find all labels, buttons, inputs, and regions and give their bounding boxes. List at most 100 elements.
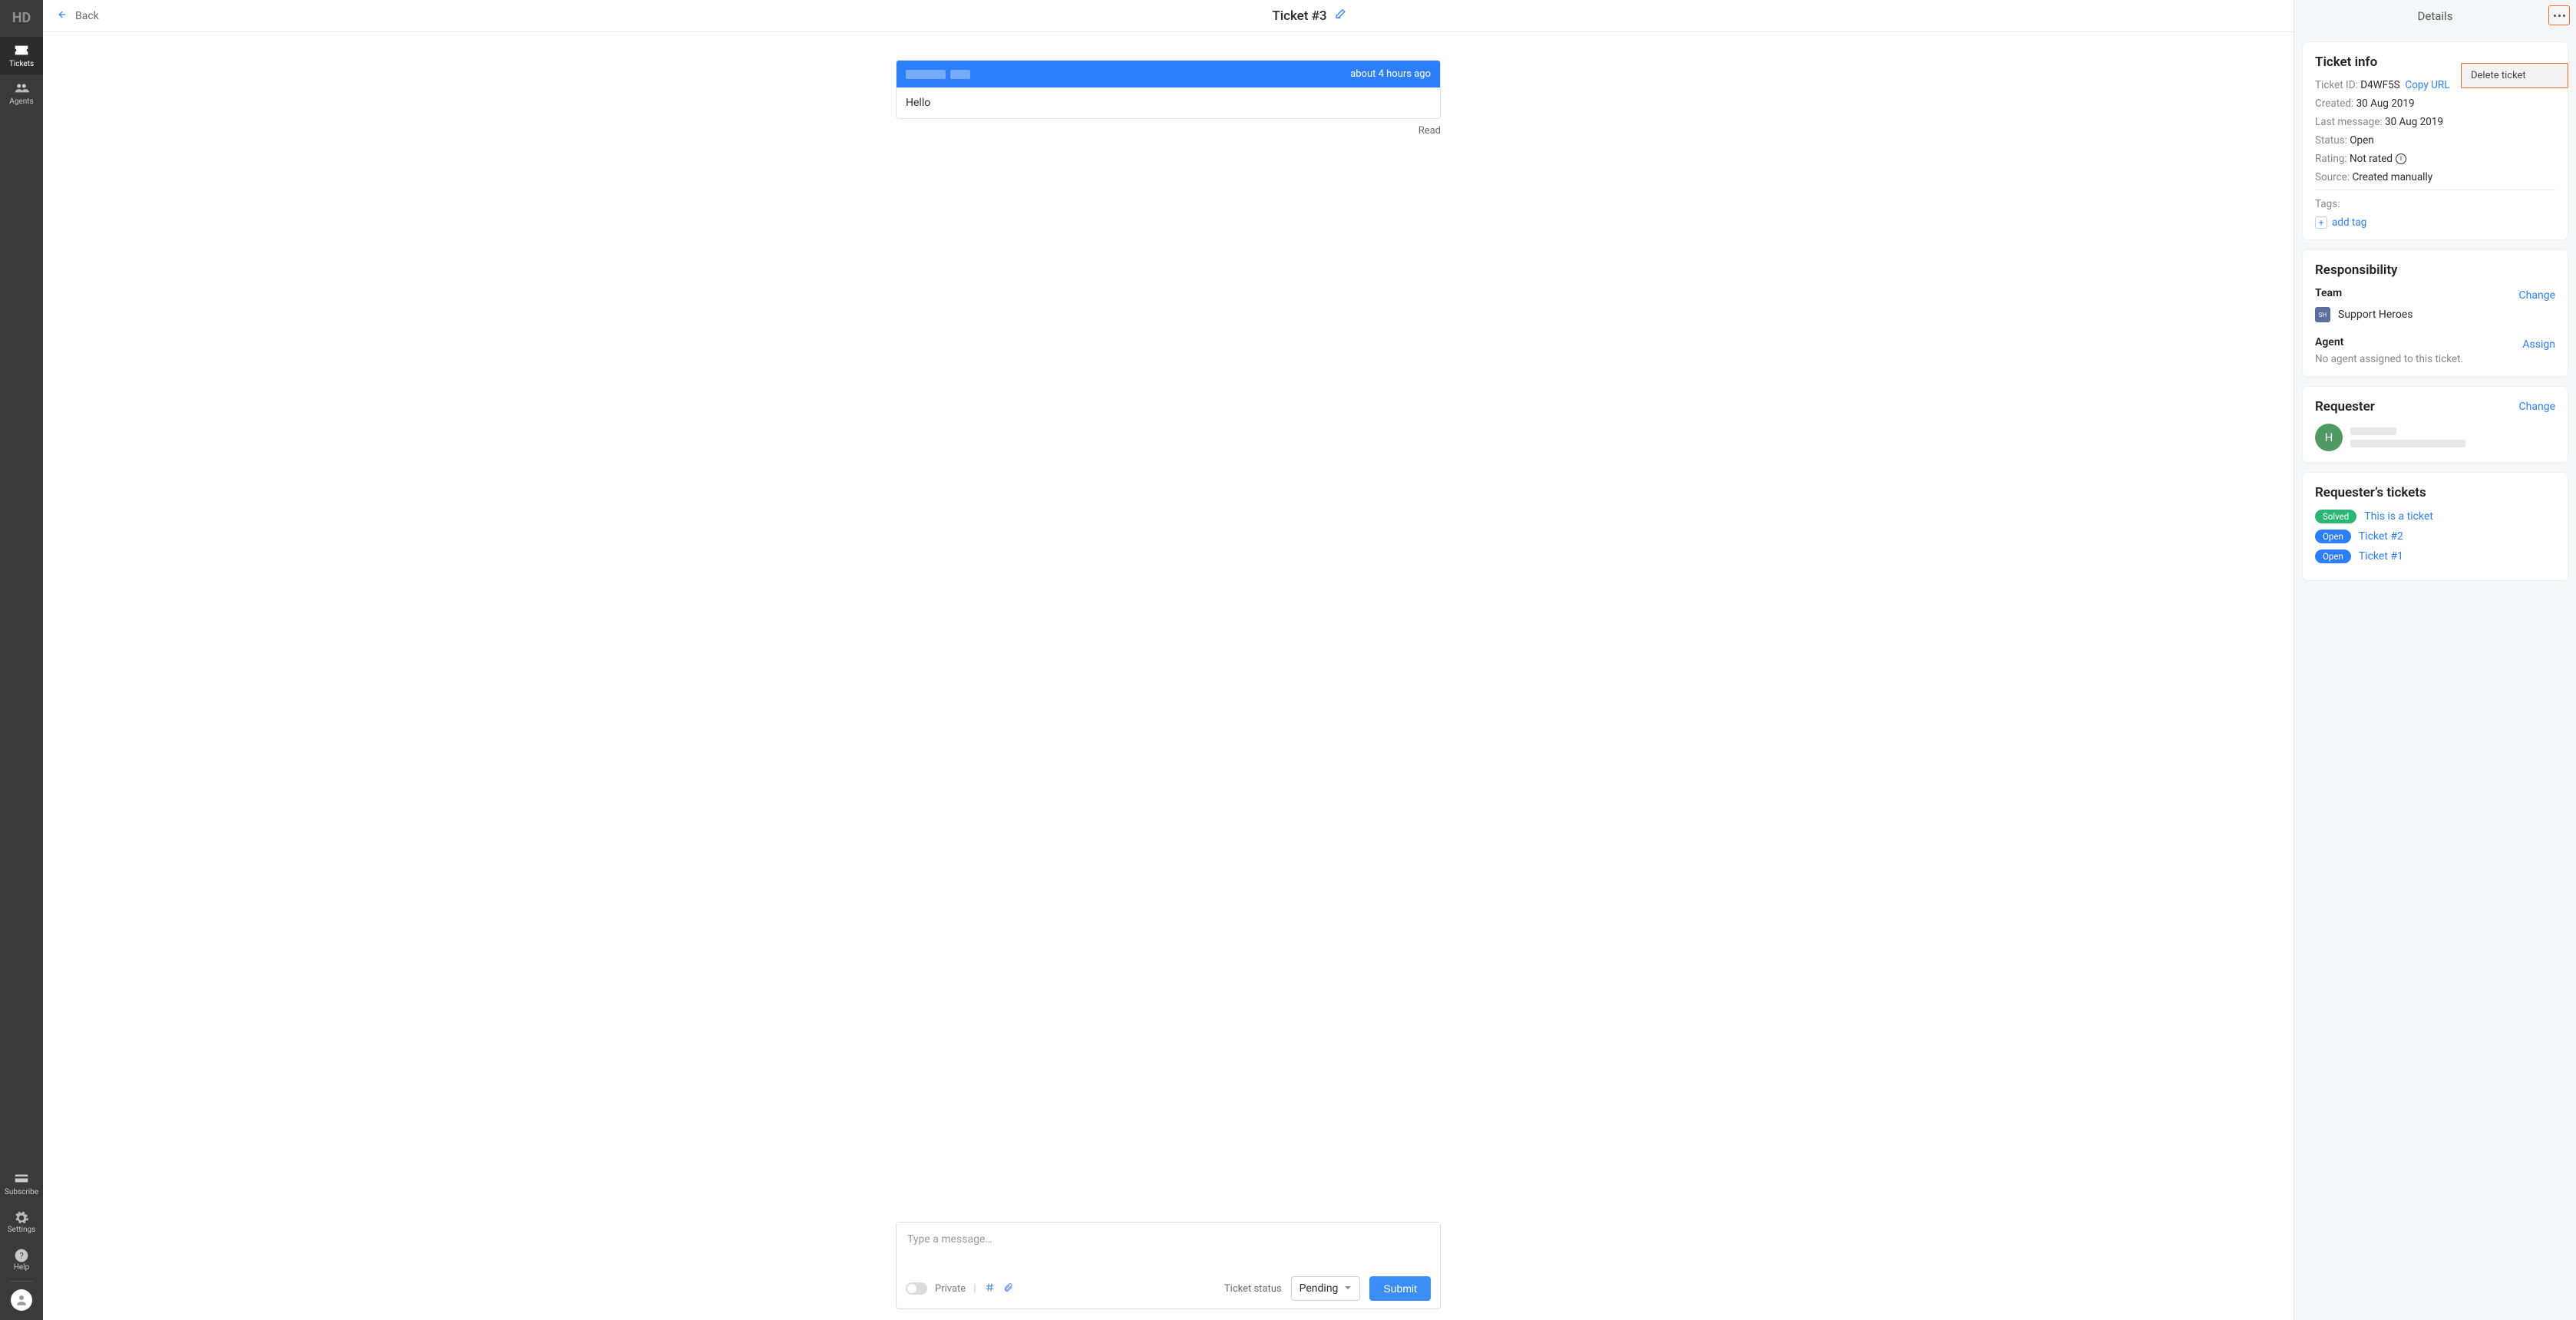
kv-label: Created:: [2315, 97, 2353, 110]
edit-title-button[interactable]: [1335, 8, 1347, 24]
read-status: Read: [896, 125, 1441, 137]
message-author-redacted: [906, 70, 946, 79]
status-value: Open: [2350, 134, 2373, 147]
chevron-down-icon: [1344, 1282, 1352, 1295]
help-icon: ?: [14, 1248, 29, 1260]
info-icon[interactable]: i: [2396, 153, 2406, 164]
responsibility-title: Responsibility: [2315, 262, 2555, 278]
svg-text:?: ?: [19, 1251, 23, 1261]
requester-card: Requester Change H: [2302, 386, 2568, 463]
rating-value: Not rated: [2350, 153, 2393, 165]
status-pill: Solved: [2315, 510, 2356, 523]
add-tag-label: add tag: [2332, 216, 2366, 229]
ticket-link-row: Solved This is a ticket: [2315, 510, 2555, 523]
nav-settings[interactable]: Settings: [0, 1203, 43, 1240]
message-body: Hello: [897, 87, 1440, 118]
left-sidebar: HD Tickets Agents Subscribe Settings: [0, 0, 43, 1320]
responsibility-card: Responsibility Team Change SH Support He…: [2302, 249, 2568, 377]
status-value: Pending: [1300, 1282, 1339, 1295]
nav-label: Agents: [9, 97, 33, 106]
arrow-left-icon: [55, 8, 68, 24]
ticket-icon: [14, 45, 29, 57]
requester-email-redacted: [2350, 440, 2465, 447]
requester-tickets-card: Requester’s tickets Solved This is a tic…: [2302, 472, 2568, 581]
details-header: Details: [2294, 0, 2576, 32]
back-label: Back: [75, 10, 99, 22]
source-value: Created manually: [2352, 171, 2432, 183]
delete-ticket-menu-item[interactable]: Delete ticket: [2461, 63, 2568, 88]
kv-label: Rating:: [2315, 153, 2347, 165]
nav-label: Tickets: [9, 60, 34, 68]
main-area: Back Ticket #3 Details: [43, 0, 2576, 1320]
attachment-button[interactable]: [1003, 1282, 1013, 1296]
submit-button[interactable]: Submit: [1369, 1276, 1431, 1301]
ticket-link[interactable]: Ticket #1: [2359, 550, 2403, 563]
gear-icon: [14, 1210, 29, 1223]
agent-assign-link[interactable]: Assign: [2522, 338, 2555, 351]
details-panel: Delete ticket Ticket info Ticket ID: D4W…: [2294, 32, 2576, 1320]
team-name: Support Heroes: [2338, 309, 2413, 321]
details-title: Details: [2418, 9, 2453, 23]
user-avatar[interactable]: [11, 1289, 32, 1311]
message-input[interactable]: [897, 1223, 1440, 1269]
back-button[interactable]: Back: [55, 8, 99, 24]
kv-label: Status:: [2315, 134, 2347, 147]
nav-help[interactable]: ? Help: [0, 1240, 43, 1278]
nav-bottom: Subscribe Settings ? Help: [0, 1165, 43, 1278]
kv-label: Ticket ID:: [2315, 79, 2358, 91]
separator: |: [973, 1282, 976, 1295]
agents-icon: [14, 82, 29, 94]
tags-label: Tags:: [2315, 198, 2340, 210]
kv-label: Source:: [2315, 171, 2350, 183]
details-more-button[interactable]: [2548, 5, 2570, 25]
nav-label: Settings: [8, 1226, 36, 1234]
ticket-link[interactable]: Ticket #2: [2359, 530, 2403, 543]
nav-label: Help: [14, 1263, 29, 1272]
requester-avatar: H: [2315, 424, 2343, 451]
status-pill: Open: [2315, 549, 2351, 563]
message-header: about 4 hours ago: [897, 61, 1440, 87]
team-change-link[interactable]: Change: [2519, 289, 2555, 302]
composer-toolbar: Private | Ticket status Pending: [897, 1269, 1440, 1308]
thread-scroll[interactable]: about 4 hours ago Hello Read: [43, 32, 2294, 1222]
thread-column: about 4 hours ago Hello Read Private |: [43, 32, 2294, 1320]
ticket-status-label: Ticket status: [1224, 1283, 1282, 1295]
nav-subscribe[interactable]: Subscribe: [0, 1165, 43, 1203]
requester-name-redacted: [2350, 427, 2396, 435]
ticket-link[interactable]: This is a ticket: [2364, 510, 2433, 523]
page-title: Ticket #3: [1272, 8, 1326, 24]
ticket-status-select[interactable]: Pending: [1291, 1276, 1361, 1301]
plus-icon: +: [2315, 216, 2327, 229]
add-tag-button[interactable]: + add tag: [2315, 216, 2366, 229]
requester-title: Requester: [2315, 399, 2375, 414]
team-label: Team: [2315, 287, 2342, 299]
message: about 4 hours ago Hello: [896, 60, 1441, 119]
requester-change-link[interactable]: Change: [2519, 401, 2555, 413]
ticket-id-value: D4WF5S: [2360, 79, 2400, 91]
ticket-link-row: Open Ticket #2: [2315, 530, 2555, 543]
agent-label: Agent: [2315, 336, 2343, 348]
private-label: Private: [935, 1283, 966, 1295]
main-header: Back Ticket #3 Details: [43, 0, 2576, 32]
message-time: about 4 hours ago: [1350, 68, 1431, 80]
private-toggle[interactable]: [906, 1282, 927, 1295]
status-pill: Open: [2315, 530, 2351, 543]
app-logo: HD: [0, 3, 43, 32]
nav-top: Tickets Agents: [0, 37, 43, 112]
nav-agents[interactable]: Agents: [0, 74, 43, 112]
requester-tickets-title: Requester’s tickets: [2315, 485, 2555, 500]
card-icon: [14, 1173, 29, 1185]
hash-button[interactable]: [984, 1282, 996, 1296]
nav-label: Subscribe: [5, 1188, 38, 1196]
team-badge: SH: [2315, 307, 2330, 322]
last-msg-value: 30 Aug 2019: [2385, 116, 2443, 128]
page-title-wrap: Ticket #3: [1272, 8, 1346, 24]
created-value: 30 Aug 2019: [2356, 97, 2415, 110]
nav-tickets[interactable]: Tickets: [0, 37, 43, 74]
composer: Private | Ticket status Pending: [896, 1222, 1441, 1309]
message-author-redacted-2: [950, 70, 970, 79]
copy-url-link[interactable]: Copy URL: [2405, 79, 2449, 91]
agent-none-text: No agent assigned to this ticket.: [2315, 353, 2555, 365]
kv-label: Last message:: [2315, 116, 2383, 128]
ticket-link-row: Open Ticket #1: [2315, 549, 2555, 563]
